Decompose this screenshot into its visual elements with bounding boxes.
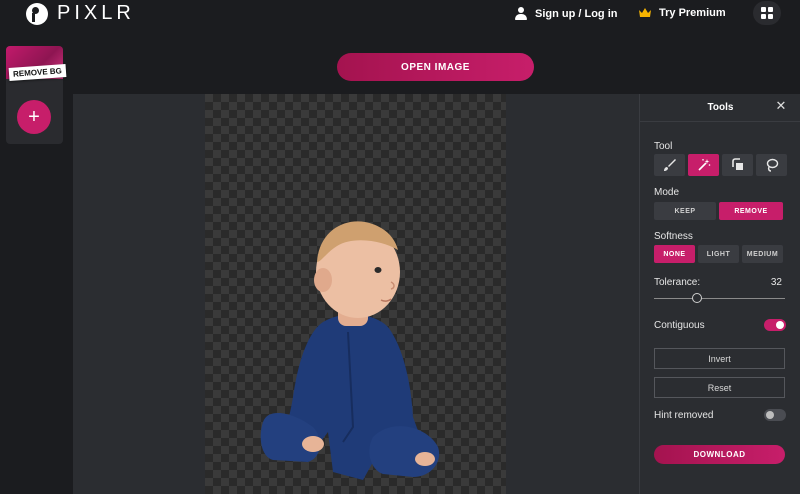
apps-grid-button[interactable] [753, 1, 781, 25]
contiguous-label: Contiguous [654, 320, 705, 331]
softness-selector: NONE LIGHT MEDIUM [654, 245, 783, 263]
brush-icon [663, 159, 676, 171]
pixlr-logo-icon [26, 2, 48, 25]
image-thumbnail-card[interactable]: REMOVE BG + [6, 46, 67, 144]
softness-light-button[interactable]: LIGHT [698, 245, 739, 263]
shapes-icon [731, 158, 743, 170]
invert-button[interactable]: Invert [654, 348, 785, 369]
reset-button[interactable]: Reset [654, 377, 785, 398]
toggle-knob [776, 321, 784, 329]
signup-login-link[interactable]: Sign up / Log in [514, 7, 617, 21]
softness-none-button[interactable]: NONE [654, 245, 695, 263]
contiguous-toggle[interactable] [764, 319, 786, 331]
tolerance-label: Tolerance: [654, 277, 701, 288]
add-image-button[interactable]: + [17, 100, 51, 134]
crown-icon [639, 8, 651, 17]
tool-selector [654, 154, 787, 176]
lasso-tool-button[interactable] [756, 154, 787, 176]
try-premium-link[interactable]: Try Premium [638, 7, 726, 19]
try-premium-label: Try Premium [659, 7, 726, 19]
mode-selector: KEEP REMOVE [654, 202, 783, 220]
magic-wand-icon [697, 159, 710, 171]
tolerance-slider-track[interactable] [654, 298, 785, 299]
tool-label: Tool [654, 141, 673, 152]
tolerance-slider-thumb[interactable] [692, 293, 703, 303]
mode-keep-button[interactable]: KEEP [654, 202, 716, 220]
apps-grid-icon [761, 7, 766, 12]
close-icon[interactable]: ✕ [775, 99, 787, 112]
mode-remove-button[interactable]: REMOVE [719, 202, 783, 220]
user-icon [514, 7, 528, 21]
pixlr-logo[interactable]: PIXLR [26, 2, 135, 25]
tolerance-value: 32 [770, 277, 782, 288]
hint-removed-label: Hint removed [654, 410, 714, 421]
canvas-area[interactable] [73, 94, 639, 494]
shapes-tool-button[interactable] [722, 154, 753, 176]
top-bar: PIXLR Sign up / Log in Try Premium [0, 0, 800, 38]
download-button[interactable]: DOWNLOAD [654, 445, 785, 464]
brush-tool-button[interactable] [654, 154, 685, 176]
softness-label: Softness [654, 231, 693, 242]
hint-removed-toggle[interactable] [764, 409, 786, 421]
signup-login-label: Sign up / Log in [535, 8, 618, 20]
logo-text: PIXLR [57, 2, 135, 24]
lasso-icon [766, 158, 778, 172]
tools-panel: Tools ✕ Tool Mode KEEP REMOVE Softness N… [639, 94, 800, 494]
softness-medium-button[interactable]: MEDIUM [742, 245, 783, 263]
mode-label: Mode [654, 187, 680, 198]
left-sidebar: REMOVE BG + [0, 38, 73, 494]
baby-photo-cutout [260, 221, 440, 480]
magic-wand-tool-button[interactable] [688, 154, 719, 176]
toggle-knob [766, 411, 774, 419]
plus-icon: + [28, 105, 40, 128]
tools-panel-header: Tools ✕ [640, 94, 800, 122]
open-image-button[interactable]: OPEN IMAGE [337, 53, 534, 81]
